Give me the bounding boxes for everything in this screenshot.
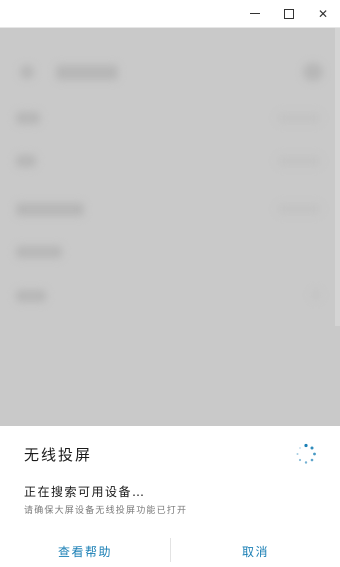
maximize-button[interactable]	[272, 0, 306, 27]
blurred-row-label	[16, 290, 46, 302]
cancel-button[interactable]: 取消	[171, 538, 340, 564]
hint-text: 请确保大屏设备无线投屏功能已打开	[24, 506, 188, 516]
blurred-row-value	[278, 156, 320, 166]
view-help-button[interactable]: 查看帮助	[0, 538, 170, 564]
search-icon	[303, 63, 323, 81]
searching-status: 正在搜索可用设备…	[24, 485, 146, 499]
maximize-icon	[284, 8, 294, 19]
blurred-background-content	[0, 28, 340, 426]
back-icon	[20, 65, 34, 79]
window-title-bar: ✕	[0, 0, 340, 28]
loading-spinner-icon	[296, 443, 316, 464]
close-icon: ✕	[317, 6, 329, 21]
blurred-row-value	[278, 204, 320, 214]
blurred-row-label	[16, 203, 84, 216]
sheet-title: 无线投屏	[24, 446, 93, 464]
blurred-row-label	[16, 112, 40, 124]
blurred-row-label	[16, 246, 62, 258]
blurred-row-label	[16, 155, 36, 167]
close-button[interactable]: ✕	[306, 0, 340, 27]
scrollbar[interactable]	[335, 28, 340, 326]
minimize-icon	[250, 13, 260, 14]
blurred-settings-list	[0, 28, 340, 426]
blurred-header-title	[56, 65, 118, 80]
blurred-row-arrow	[312, 290, 320, 300]
minimize-button[interactable]	[238, 0, 272, 27]
wireless-cast-sheet: 无线投屏 正在搜索可用设备… 请确保大屏设备无线投屏功能已打开 查看帮助 取消	[0, 426, 340, 567]
blurred-row-value	[278, 113, 320, 123]
